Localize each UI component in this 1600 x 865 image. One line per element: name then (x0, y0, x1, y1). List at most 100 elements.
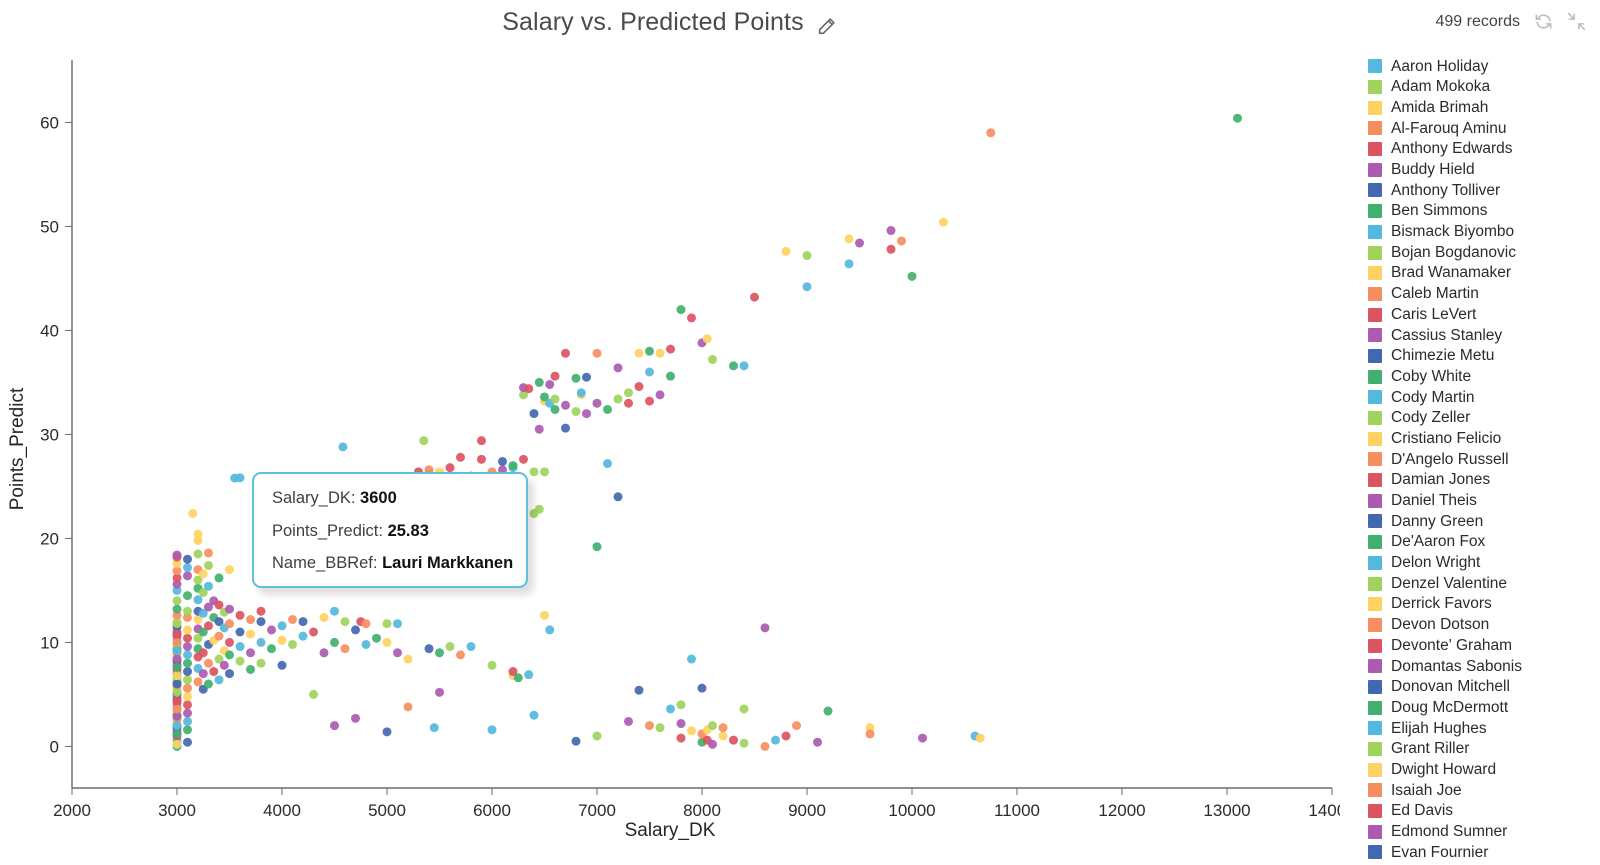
scatter-point[interactable] (823, 706, 833, 716)
scatter-point[interactable] (1233, 113, 1242, 123)
scatter-point[interactable] (372, 633, 381, 643)
legend-item[interactable]: Anthony Edwards (1368, 139, 1600, 160)
scatter-point[interactable] (424, 644, 434, 654)
scatter-point[interactable] (624, 398, 633, 408)
scatter-point[interactable] (403, 702, 413, 712)
scatter-point[interactable] (576, 388, 586, 398)
scatter-point[interactable] (561, 400, 570, 410)
legend-item[interactable]: Daniel Theis (1368, 490, 1600, 511)
scatter-point[interactable] (330, 637, 339, 647)
scatter-point[interactable] (204, 581, 213, 591)
scatter-point[interactable] (445, 642, 455, 652)
scatter-point[interactable] (172, 729, 182, 739)
scatter-point[interactable] (529, 467, 539, 477)
scatter-point[interactable] (330, 721, 339, 731)
scatter-point[interactable] (750, 292, 759, 302)
scatter-point[interactable] (634, 382, 644, 392)
legend-item[interactable]: Grant Riller (1368, 739, 1600, 760)
scatter-point[interactable] (204, 560, 213, 570)
scatter-point[interactable] (592, 398, 602, 408)
scatter-point[interactable] (655, 390, 665, 400)
scatter-point[interactable] (267, 644, 276, 654)
legend-item[interactable]: Amida Brimah (1368, 97, 1600, 118)
scatter-point[interactable] (393, 648, 402, 658)
scatter-point[interactable] (534, 424, 544, 434)
scatter-point[interactable] (246, 629, 255, 639)
scatter-point[interactable] (519, 454, 528, 464)
scatter-point[interactable] (550, 394, 560, 404)
scatter-point[interactable] (204, 658, 213, 668)
scatter-point[interactable] (193, 677, 203, 687)
legend-item[interactable]: Coby White (1368, 366, 1600, 387)
legend-item[interactable]: Delon Wright (1368, 553, 1600, 574)
scatter-point[interactable] (477, 436, 486, 446)
legend-item[interactable]: Cristiano Felicio (1368, 428, 1600, 449)
scatter-point[interactable] (183, 708, 192, 718)
scatter-point[interactable] (183, 667, 192, 677)
scatter-point[interactable] (361, 619, 371, 629)
scatter-point[interactable] (508, 461, 518, 471)
scatter-point[interactable] (702, 334, 712, 344)
scatter-point[interactable] (288, 639, 297, 649)
scatter-point[interactable] (246, 615, 255, 625)
scatter-point[interactable] (198, 569, 208, 579)
scatter-point[interactable] (676, 305, 686, 315)
scatter-point[interactable] (545, 625, 555, 635)
scatter-point[interactable] (204, 621, 213, 631)
scatter-point[interactable] (466, 642, 476, 652)
legend-item[interactable]: Derrick Favors (1368, 594, 1600, 615)
legend-item[interactable]: Edmond Sumner (1368, 821, 1600, 842)
scatter-point[interactable] (697, 683, 707, 693)
scatter-point[interactable] (172, 739, 182, 749)
scatter-point[interactable] (382, 727, 392, 737)
scatter-point[interactable] (592, 348, 602, 358)
scatter-point[interactable] (986, 128, 996, 138)
scatter-point[interactable] (256, 637, 266, 647)
scatter-point[interactable] (613, 363, 623, 373)
scatter-point[interactable] (781, 246, 791, 256)
scatter-point[interactable] (183, 571, 192, 581)
scatter-point[interactable] (534, 504, 544, 514)
scatter-point[interactable] (655, 348, 665, 358)
legend-item[interactable]: Caleb Martin (1368, 284, 1600, 305)
scatter-point[interactable] (729, 735, 738, 745)
scatter-point[interactable] (183, 737, 192, 747)
legend[interactable]: Aaron Holiday Adam Mokoka Amida Brimah Al-F… (1368, 56, 1600, 865)
scatter-point[interactable] (529, 409, 539, 419)
scatter-point[interactable] (225, 650, 234, 660)
scatter-point[interactable] (624, 388, 633, 398)
scatter-point[interactable] (277, 635, 287, 645)
scatter-point[interactable] (708, 721, 717, 731)
scatter-point[interactable] (172, 696, 182, 706)
scatter-point[interactable] (687, 313, 696, 323)
scatter-point[interactable] (513, 673, 523, 683)
scatter-point[interactable] (540, 467, 549, 477)
scatter-point[interactable] (634, 348, 644, 358)
scatter-point[interactable] (445, 463, 455, 473)
scatter-point[interactable] (172, 679, 182, 689)
legend-item[interactable]: Adam Mokoka (1368, 77, 1600, 98)
legend-item[interactable]: Buddy Hield (1368, 159, 1600, 180)
scatter-point[interactable] (382, 637, 392, 647)
legend-item[interactable]: Denzel Valentine (1368, 573, 1600, 594)
scatter-point[interactable] (172, 646, 182, 656)
scatter-point[interactable] (592, 731, 602, 741)
scatter-point[interactable] (225, 604, 234, 614)
scatter-point[interactable] (246, 648, 255, 658)
scatter-point[interactable] (739, 361, 749, 371)
scatter-point[interactable] (256, 658, 266, 668)
legend-item[interactable]: Elijah Hughes (1368, 718, 1600, 739)
scatter-point[interactable] (172, 550, 182, 560)
scatter-point[interactable] (802, 282, 812, 292)
scatter-point[interactable] (739, 738, 749, 748)
scatter-point[interactable] (435, 648, 444, 658)
scatter-point[interactable] (524, 384, 534, 394)
scatter-point[interactable] (634, 685, 644, 695)
scatter-point[interactable] (907, 271, 917, 281)
scatter-point[interactable] (277, 660, 287, 670)
scatter-point[interactable] (319, 648, 329, 658)
legend-item[interactable]: Damian Jones (1368, 470, 1600, 491)
scatter-point[interactable] (666, 704, 675, 714)
scatter-point[interactable] (781, 731, 791, 741)
legend-item[interactable]: Ben Simmons (1368, 201, 1600, 222)
